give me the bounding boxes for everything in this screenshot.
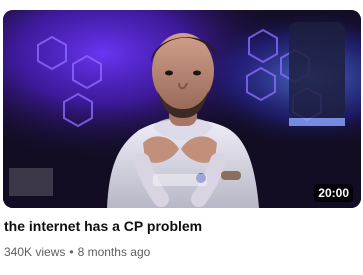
video-metadata: 340K views • 8 months ago bbox=[4, 243, 150, 261]
view-count: 340K views bbox=[4, 245, 66, 259]
thumbnail-image bbox=[3, 10, 361, 208]
video-title[interactable]: the internet has a CP problem bbox=[4, 216, 354, 236]
video-thumbnail[interactable]: 20:00 bbox=[3, 10, 361, 208]
upload-age: 8 months ago bbox=[77, 245, 151, 259]
meta-separator: • bbox=[69, 245, 74, 259]
video-card[interactable]: 20:00 the internet has a CP problem 340K… bbox=[0, 0, 363, 275]
duration-badge: 20:00 bbox=[314, 184, 353, 202]
